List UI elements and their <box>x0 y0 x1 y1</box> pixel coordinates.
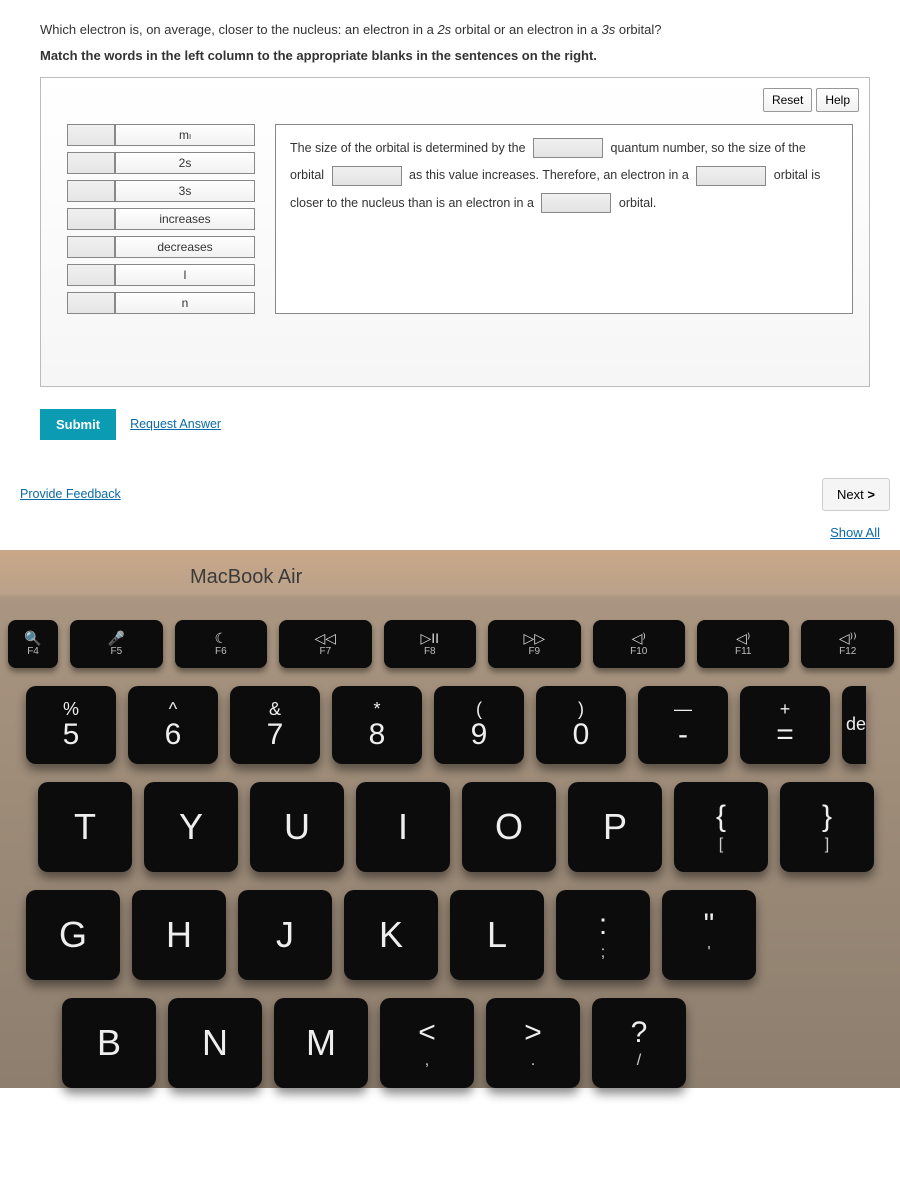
submit-button[interactable]: Submit <box>40 409 116 440</box>
function-row: 🔍F4🎤F5 ☾F6◁◁F7 ▷IIF8▷▷F9 ◁⁾F10◁⁾F11◁⁾⁾F12 <box>0 620 894 668</box>
request-answer-link[interactable]: Request Answer <box>130 417 221 431</box>
q-part: orbital or an electron in a <box>451 22 601 37</box>
drop-slot[interactable] <box>67 152 115 174</box>
letter-key: {[ <box>674 782 768 872</box>
function-key: ◁⁾F11 <box>697 620 789 668</box>
sentence-part: orbital. <box>619 196 657 210</box>
drop-slot[interactable] <box>67 264 115 286</box>
number-key: (9 <box>434 686 524 764</box>
q-orb-3s: 3s <box>602 22 616 37</box>
blank-slot[interactable] <box>696 166 766 186</box>
function-key: ◁⁾⁾F12 <box>801 620 893 668</box>
next-button[interactable]: Next > <box>822 478 890 511</box>
letter-key: L <box>450 890 544 980</box>
letter-row-3: BNM<,>.?/ <box>0 998 894 1088</box>
letter-key: "' <box>662 890 756 980</box>
letter-key: K <box>344 890 438 980</box>
drop-slot[interactable] <box>67 236 115 258</box>
matching-widget: Reset Help mₗ 2s 3s increases decreases … <box>40 77 870 387</box>
word-chip[interactable]: mₗ <box>115 124 255 146</box>
next-label: Next <box>837 487 864 502</box>
letter-key: J <box>238 890 332 980</box>
letter-key: P <box>568 782 662 872</box>
letter-key: Y <box>144 782 238 872</box>
question-instruction: Match the words in the left column to th… <box>40 48 870 63</box>
function-key: ◁◁F7 <box>279 620 371 668</box>
provide-feedback-link[interactable]: Provide Feedback <box>20 487 121 501</box>
blank-slot[interactable] <box>541 193 611 213</box>
word-chip[interactable]: decreases <box>115 236 255 258</box>
drop-slot[interactable] <box>67 180 115 202</box>
help-button[interactable]: Help <box>816 88 859 112</box>
sentence-target: The size of the orbital is determined by… <box>275 124 853 314</box>
letter-row-1: TYUIOP{[}] <box>0 782 894 872</box>
word-chip[interactable]: 2s <box>115 152 255 174</box>
letter-key: }] <box>780 782 874 872</box>
number-key: &7 <box>230 686 320 764</box>
delete-key-edge: de <box>842 686 866 764</box>
word-bank: mₗ 2s 3s increases decreases l n <box>67 124 255 314</box>
letter-key: O <box>462 782 556 872</box>
function-key: ▷IIF8 <box>384 620 476 668</box>
number-row: %5^6&7*8(9)0—-+=de <box>0 686 894 764</box>
letter-key: :; <box>556 890 650 980</box>
number-key: %5 <box>26 686 116 764</box>
letter-key: ?/ <box>592 998 686 1088</box>
show-all-link[interactable]: Show All <box>830 525 880 540</box>
q-part: Which electron is, on average, closer to… <box>40 22 437 37</box>
word-chip[interactable]: n <box>115 292 255 314</box>
blank-slot[interactable] <box>332 166 402 186</box>
drop-slot[interactable] <box>67 208 115 230</box>
letter-key: <, <box>380 998 474 1088</box>
drop-slot[interactable] <box>67 292 115 314</box>
function-key: 🔍F4 <box>8 620 58 668</box>
macbook-label: MacBook Air <box>190 566 302 589</box>
keyboard-photo: MacBook Air 🔍F4🎤F5☾F6◁◁F7▷IIF8▷▷F9◁⁾F10◁… <box>0 550 900 1088</box>
number-key: ^6 <box>128 686 218 764</box>
q-orb-2s: 2s <box>437 22 451 37</box>
blank-slot[interactable] <box>533 138 603 158</box>
letter-key: U <box>250 782 344 872</box>
number-key: )0 <box>536 686 626 764</box>
number-key: += <box>740 686 830 764</box>
question-text: Which electron is, on average, closer to… <box>40 20 870 40</box>
function-key: ▷▷F9 <box>488 620 580 668</box>
word-chip[interactable]: 3s <box>115 180 255 202</box>
number-key: *8 <box>332 686 422 764</box>
sentence-part: the nucleus than is an electron in a <box>341 196 534 210</box>
letter-key: T <box>38 782 132 872</box>
number-key: —- <box>638 686 728 764</box>
function-key: ◁⁾F10 <box>593 620 685 668</box>
q-part: orbital? <box>615 22 661 37</box>
function-key: 🎤F5 <box>70 620 162 668</box>
letter-key: >. <box>486 998 580 1088</box>
sentence-part: as this value increases. Therefore, an e… <box>409 168 689 182</box>
letter-key: N <box>168 998 262 1088</box>
word-chip[interactable]: increases <box>115 208 255 230</box>
reset-button[interactable]: Reset <box>763 88 812 112</box>
letter-key: G <box>26 890 120 980</box>
chevron-right-icon: > <box>867 487 875 502</box>
sentence-part: The size of the orbital is determined by… <box>290 141 526 155</box>
function-key: ☾F6 <box>175 620 267 668</box>
letter-key: B <box>62 998 156 1088</box>
letter-key: H <box>132 890 226 980</box>
word-chip[interactable]: l <box>115 264 255 286</box>
letter-key: M <box>274 998 368 1088</box>
drop-slot[interactable] <box>67 124 115 146</box>
letter-key: I <box>356 782 450 872</box>
letter-row-2: GHJKL:;"' <box>0 890 894 980</box>
